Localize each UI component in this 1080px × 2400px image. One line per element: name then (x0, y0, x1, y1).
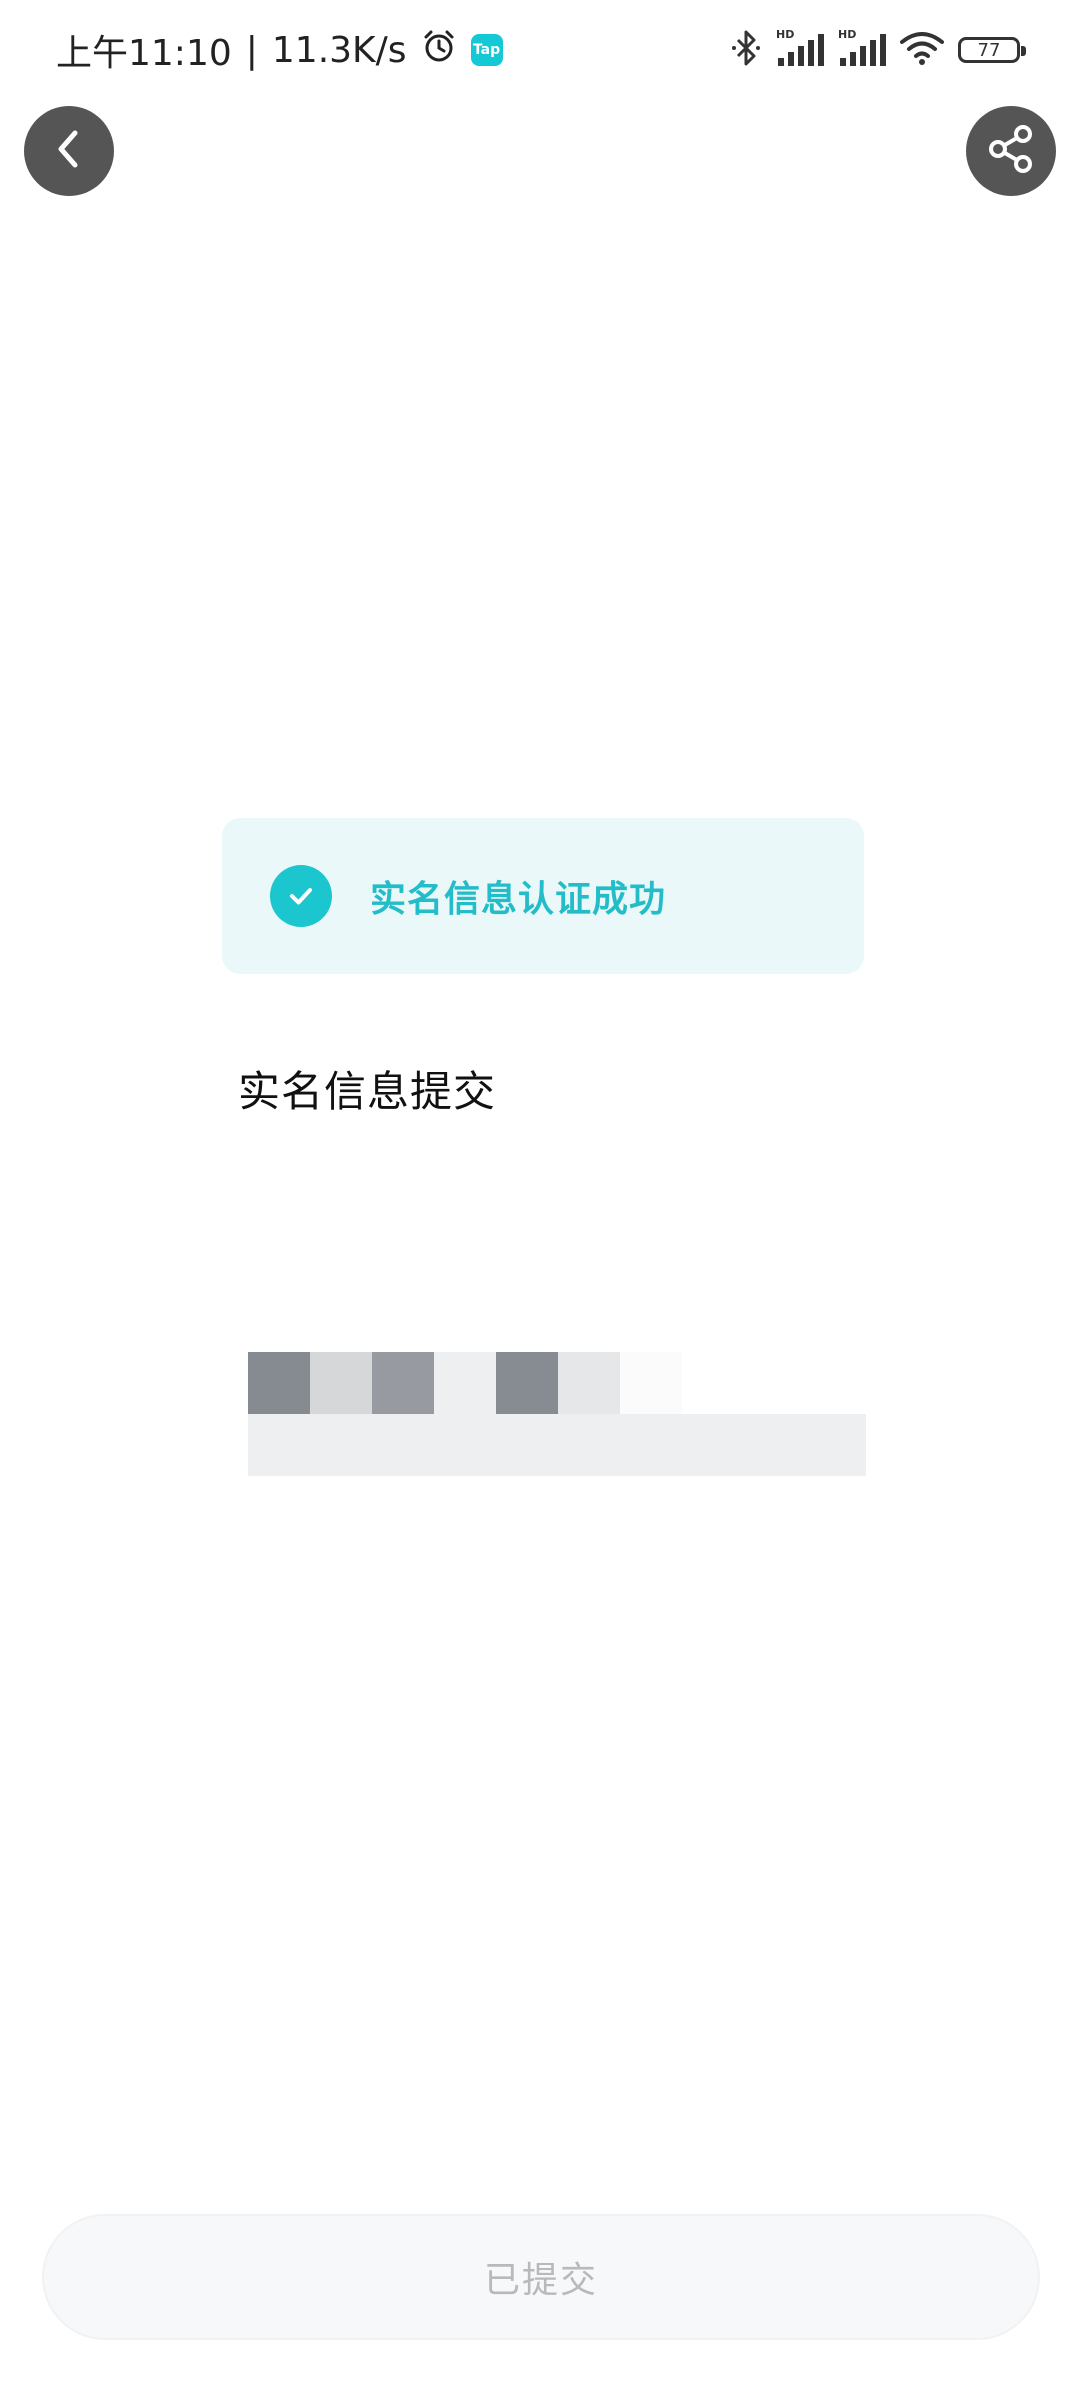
section-title: 实名信息提交 (238, 1067, 497, 1116)
svg-text:HD: HD (838, 28, 856, 41)
battery-icon: 77 (958, 37, 1026, 63)
share-button[interactable] (966, 106, 1056, 196)
mosaic-tile (248, 1352, 310, 1414)
bluetooth-icon (730, 28, 762, 72)
status-left: 上午11:10 | 11.3K/s Tap (56, 24, 503, 76)
back-button[interactable] (24, 106, 114, 196)
network-speed: 11.3K/s (271, 29, 407, 71)
mosaic-tile (620, 1352, 682, 1414)
success-message: 实名信息认证成功 (370, 879, 667, 920)
signal-hd-2-icon: HD (838, 28, 886, 72)
wifi-icon (900, 30, 944, 70)
share-icon (984, 122, 1038, 180)
svg-text:HD: HD (776, 28, 794, 41)
status-right: HD HD 77 (730, 24, 1026, 76)
verification-success-banner: 实名信息认证成功 (222, 818, 864, 974)
status-time: 上午11:10 (56, 33, 232, 74)
mosaic-tile (558, 1352, 620, 1414)
check-circle-icon (270, 865, 332, 927)
mosaic-tile (434, 1352, 496, 1414)
mosaic-tile (310, 1352, 372, 1414)
redacted-info-mosaic (248, 1352, 866, 1476)
mosaic-tile (496, 1352, 558, 1414)
tap-app-icon: Tap (470, 34, 503, 66)
battery-level: 77 (977, 39, 1001, 61)
alarm-icon (421, 28, 457, 73)
status-bar: 上午11:10 | 11.3K/s Tap HD HD 77 (0, 0, 1080, 100)
submitted-button[interactable]: 已提交 (42, 2214, 1040, 2340)
mosaic-tile (372, 1352, 434, 1414)
chevron-left-icon (49, 125, 89, 177)
status-separator: | (245, 29, 258, 71)
signal-hd-1-icon: HD (776, 28, 824, 72)
mosaic-strip (248, 1414, 866, 1476)
